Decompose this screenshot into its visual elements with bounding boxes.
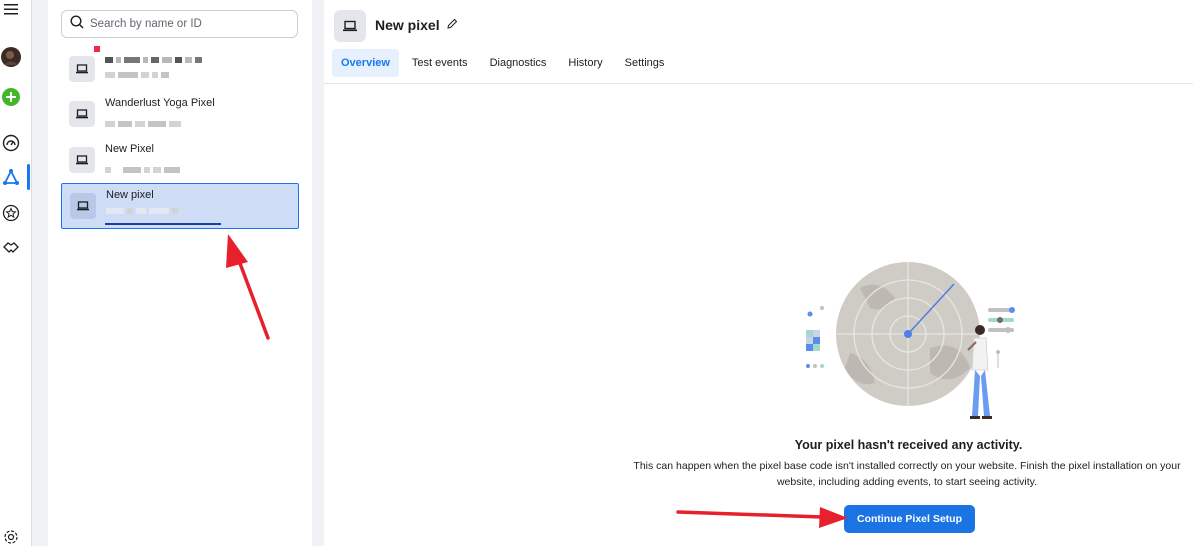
events-manager-icon[interactable]	[0, 166, 22, 188]
tab-test-events[interactable]: Test events	[403, 49, 477, 77]
rail-active-indicator	[27, 164, 30, 190]
laptop-icon	[69, 147, 95, 173]
menu-icon[interactable]	[0, 0, 22, 20]
edit-pencil-icon[interactable]	[446, 17, 458, 33]
laptop-icon	[334, 10, 366, 42]
empty-state-title: Your pixel hasn't received any activity.	[794, 438, 1023, 452]
redacted-name	[105, 57, 202, 63]
page-title: New pixel	[375, 17, 458, 33]
redacted-id	[105, 167, 180, 173]
pixel-name: Wanderlust Yoga Pixel	[105, 97, 215, 109]
empty-state-description: This can happen when the pixel base code…	[633, 460, 1181, 488]
pixel-list-item-selected[interactable]: New pixel	[61, 183, 299, 229]
pixel-list-pane: Wanderlust Yoga Pixel New Pixel New pixe…	[48, 0, 312, 546]
pixel-name: New pixel	[106, 189, 154, 201]
page-title-text: New pixel	[375, 17, 440, 33]
page-header: New pixel Overview Test events Diagnosti…	[324, 0, 1193, 84]
partner-icon[interactable]	[0, 236, 22, 258]
redacted-id	[105, 121, 181, 127]
radar-illustration	[806, 262, 1015, 419]
redacted-id	[105, 72, 169, 78]
tab-history[interactable]: History	[559, 49, 611, 77]
tab-overview[interactable]: Overview	[332, 49, 399, 77]
tab-bar: Overview Test events Diagnostics History…	[332, 49, 673, 77]
search-icon	[70, 14, 84, 34]
search-box[interactable]	[61, 10, 298, 38]
star-icon[interactable]	[0, 202, 22, 224]
dashboard-icon[interactable]	[0, 132, 22, 154]
redacted-id	[106, 208, 178, 214]
avatar[interactable]	[0, 46, 22, 68]
laptop-icon	[69, 101, 95, 127]
tab-settings[interactable]: Settings	[616, 49, 674, 77]
create-plus-icon[interactable]	[0, 86, 22, 108]
pixel-name: New Pixel	[105, 143, 154, 155]
continue-pixel-setup-button[interactable]: Continue Pixel Setup	[844, 505, 975, 533]
pixel-list-item[interactable]: Wanderlust Yoga Pixel	[61, 92, 299, 138]
pixel-list-item[interactable]	[61, 46, 299, 92]
text-cursor-underline	[105, 223, 221, 225]
settings-icon[interactable]	[0, 526, 22, 546]
laptop-icon	[70, 193, 96, 219]
laptop-icon	[69, 56, 95, 82]
left-rail	[0, 0, 32, 546]
unread-indicator	[94, 46, 100, 52]
main-pane: New pixel Overview Test events Diagnosti…	[324, 0, 1193, 546]
tab-diagnostics[interactable]: Diagnostics	[481, 49, 556, 77]
pixel-list-item[interactable]: New Pixel	[61, 138, 299, 184]
search-input[interactable]	[90, 18, 290, 30]
